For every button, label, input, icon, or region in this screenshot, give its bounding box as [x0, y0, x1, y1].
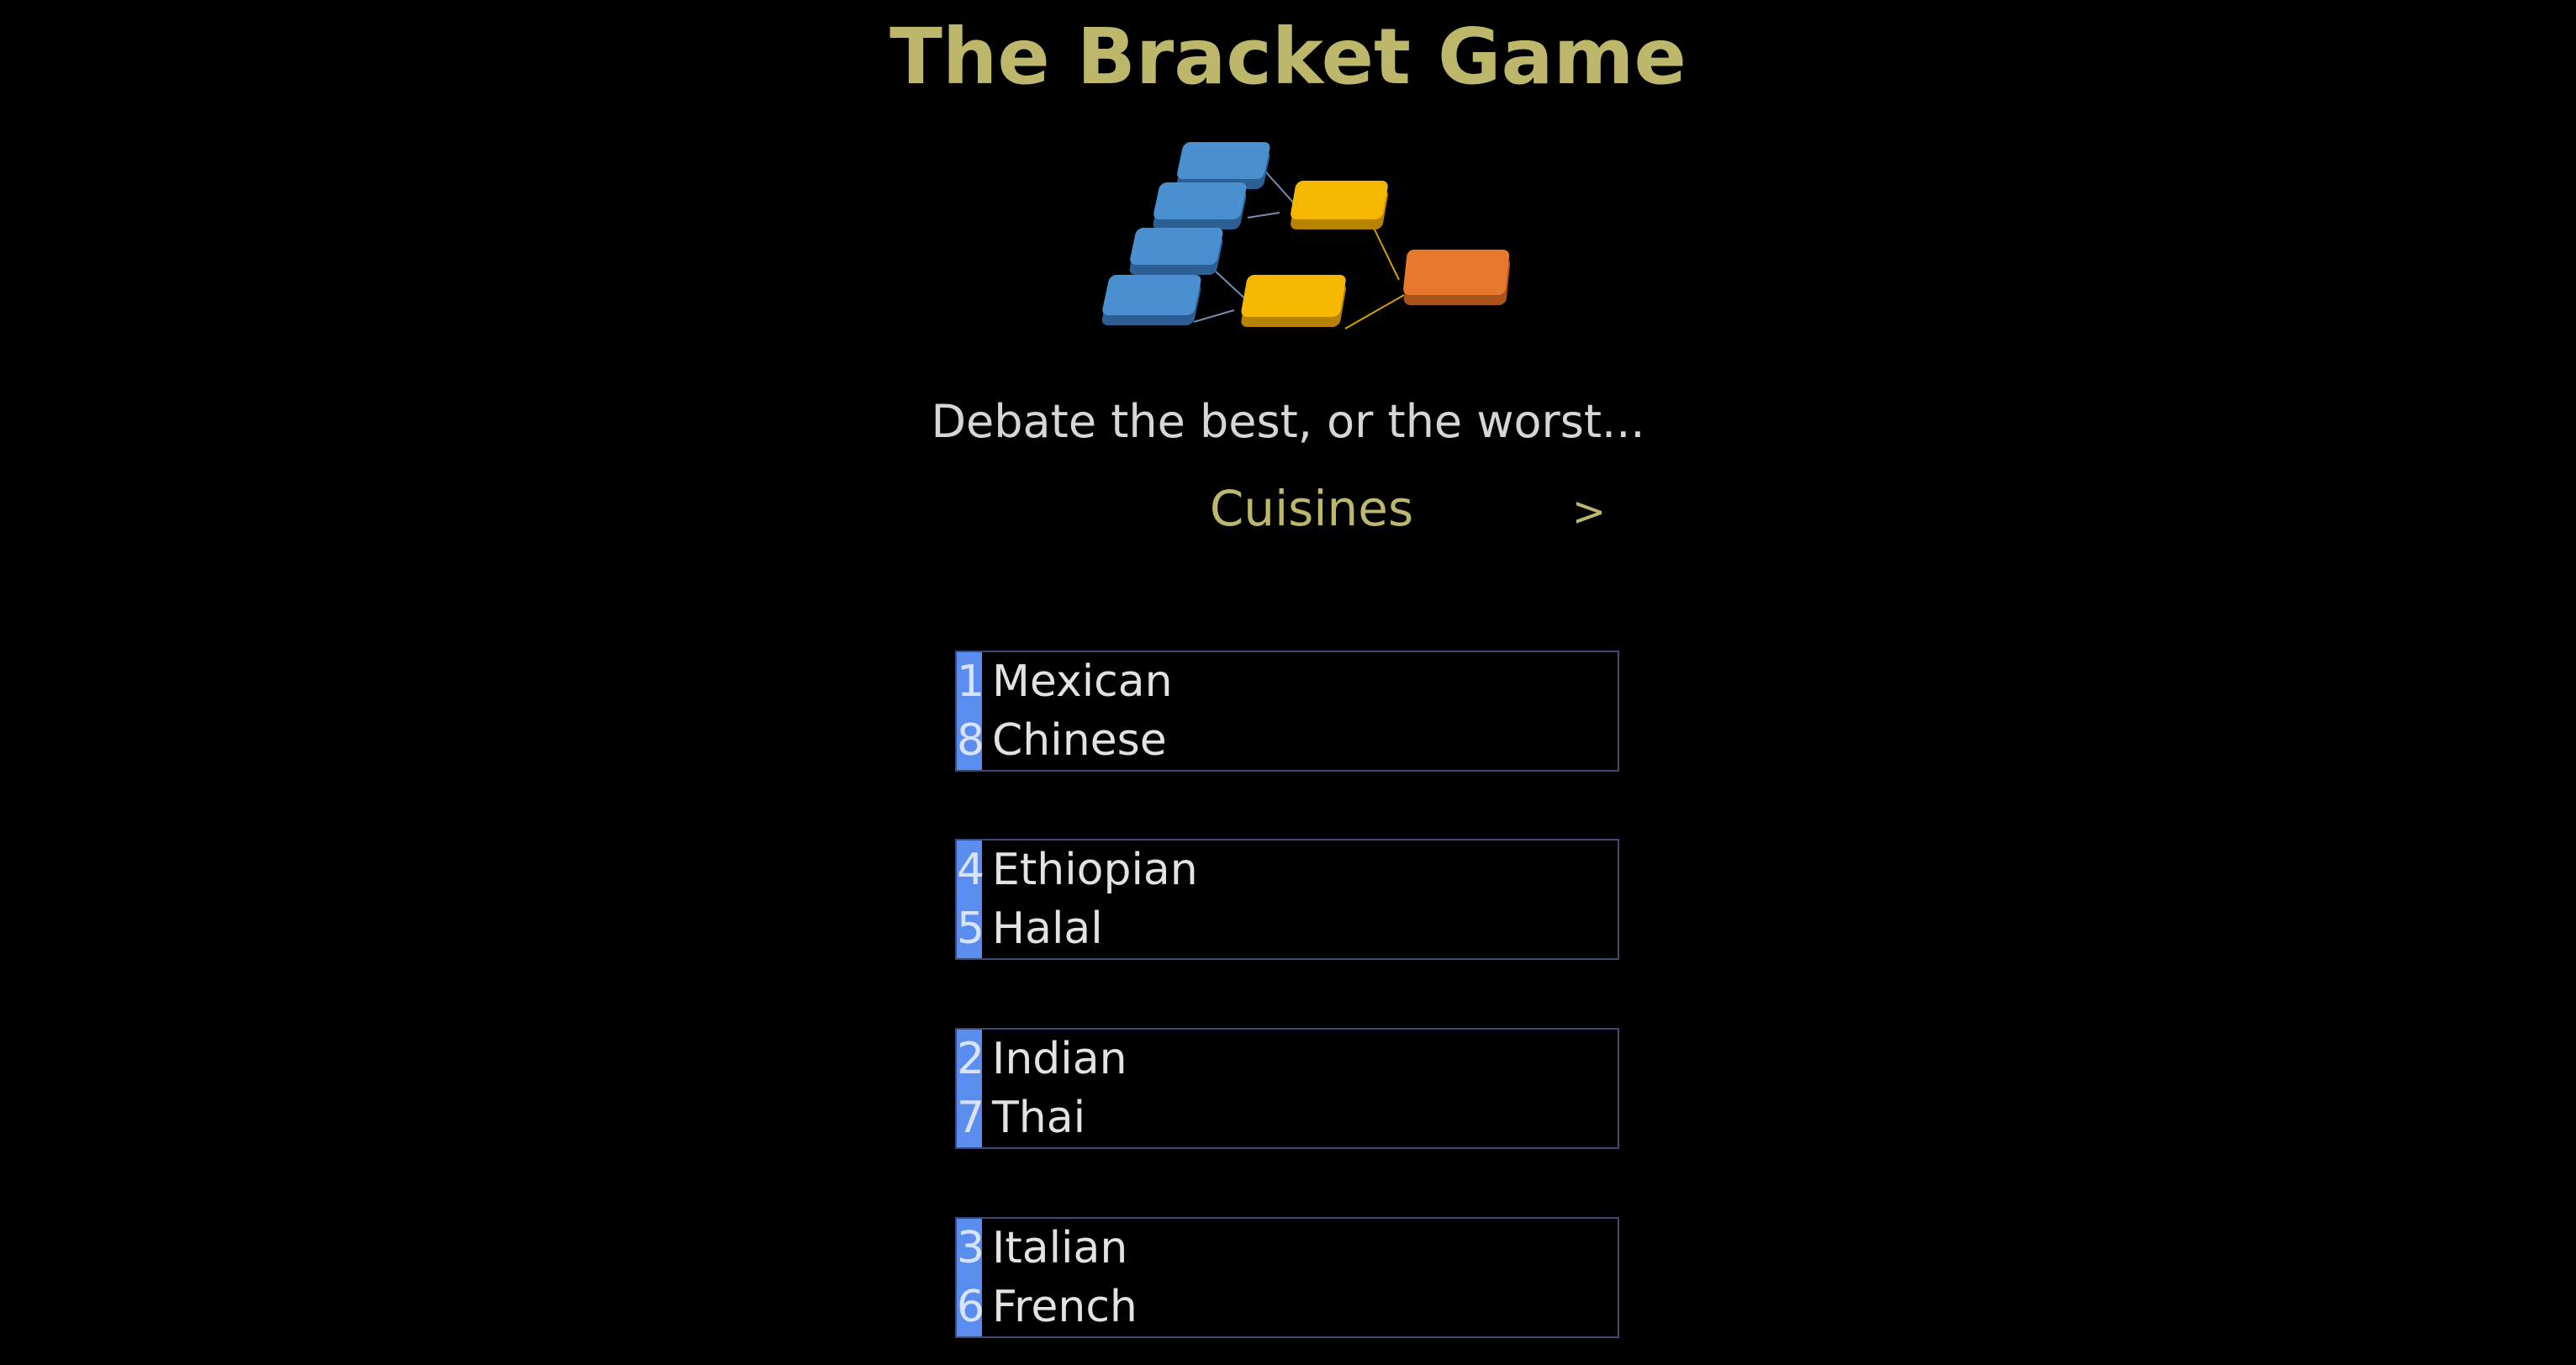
- team-name: Thai: [992, 1093, 1086, 1143]
- team-row[interactable]: 1 Mexican: [957, 652, 1618, 711]
- tagline: Debate the best, or the worst...: [931, 395, 1645, 448]
- team-name: Italian: [992, 1223, 1128, 1273]
- team-row[interactable]: 4 Ethiopian: [957, 841, 1618, 899]
- team-row[interactable]: 5 Halal: [957, 899, 1618, 958]
- team-row[interactable]: 3 Italian: [957, 1219, 1618, 1278]
- team-name: Mexican: [992, 656, 1173, 707]
- team-row[interactable]: 6 French: [957, 1278, 1618, 1336]
- category-name[interactable]: Cuisines: [1202, 471, 1421, 546]
- category-selector: Cuisines >: [1177, 471, 1631, 546]
- matchup: 1 Mexican 8 Chinese: [955, 651, 1619, 772]
- next-category-button[interactable]: >: [1564, 474, 1614, 550]
- team-name: Indian: [992, 1034, 1127, 1084]
- team-name: Ethiopian: [992, 845, 1198, 895]
- seed-badge: 6: [957, 1278, 984, 1336]
- seed-badge: 3: [957, 1219, 984, 1278]
- team-row[interactable]: 8 Chinese: [957, 711, 1618, 770]
- logo-orange-block: [1403, 250, 1511, 305]
- team-name: Chinese: [992, 715, 1167, 766]
- logo-yellow-blocks: [1241, 181, 1388, 327]
- app-title: The Bracket Game: [889, 12, 1687, 102]
- logo-connectors-gold: [1344, 224, 1405, 329]
- seed-badge: 1: [957, 652, 984, 711]
- seed-badge: 7: [957, 1088, 984, 1147]
- team-name: French: [992, 1282, 1138, 1332]
- matchup: 2 Indian 7 Thai: [955, 1028, 1619, 1149]
- team-row[interactable]: 7 Thai: [957, 1088, 1618, 1147]
- matchup: 3 Italian 6 French: [955, 1217, 1619, 1338]
- team-row[interactable]: 2 Indian: [957, 1030, 1618, 1088]
- seed-badge: 2: [957, 1030, 984, 1088]
- bracket-logo: [1101, 142, 1511, 329]
- seed-badge: 4: [957, 841, 984, 899]
- seed-badge: 5: [957, 899, 984, 958]
- seed-badge: 8: [957, 711, 984, 770]
- team-name: Halal: [992, 904, 1103, 954]
- matchup: 4 Ethiopian 5 Halal: [955, 839, 1619, 960]
